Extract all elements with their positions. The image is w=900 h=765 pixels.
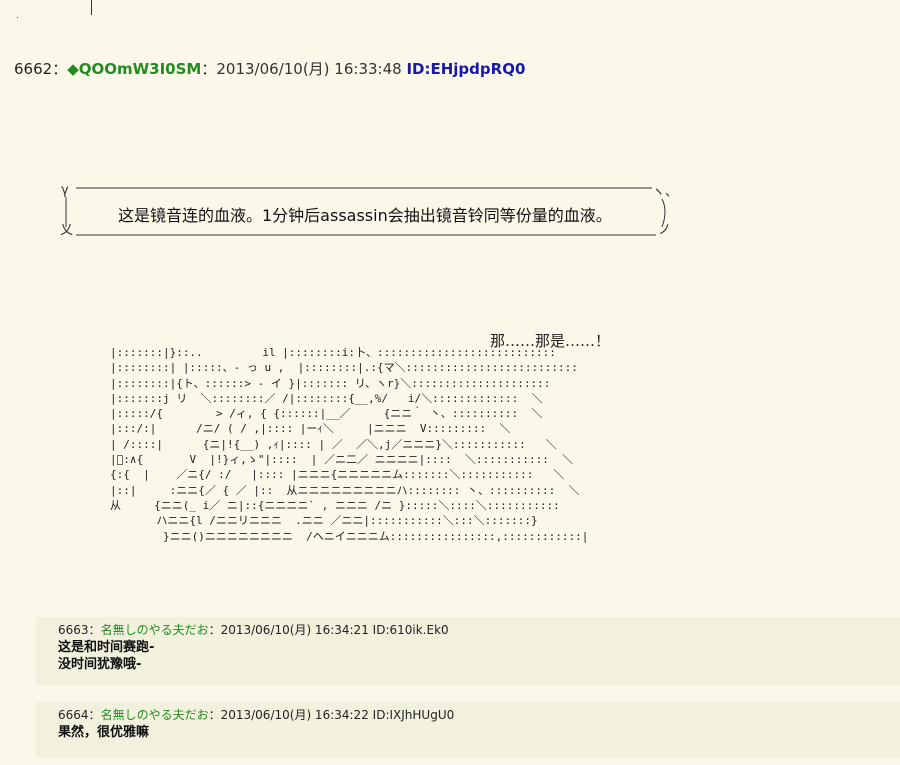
bubble-corner-bottom-left: 乂 <box>60 223 74 238</box>
bubble-corner-top-right: ヽ、 <box>652 185 679 200</box>
reply-separator-2: ： <box>208 708 221 722</box>
reply-name: 名無しのやる夫だお <box>100 708 209 722</box>
bubble-corner-top-left: γ <box>61 183 69 198</box>
reply-id[interactable]: ID:610ik.Ek0 <box>373 623 449 637</box>
reply-separator: ： <box>88 708 101 722</box>
speech-bubble-text: 这是镜音连的血液。1分钟后assassin会抽出镜音铃同等份量的血液。 <box>118 206 612 225</box>
reply-header: 6663：名無しのやる夫だお：2013/06/10(月) 16:34:21 ID… <box>58 621 449 638</box>
reply-id[interactable]: ID:IXJhHUgU0 <box>373 708 455 722</box>
reply-date: 2013/06/10(月) 16:34:21 <box>220 623 369 637</box>
post-trip: ◆QOOmW3I0SM <box>67 60 202 78</box>
reply-number[interactable]: 6663 <box>58 623 89 637</box>
header-separator: ： <box>52 60 68 78</box>
speech-bubble: γ 乂 ヽ、 ノ 这是镜音连的血液。1分钟后assassin会抽出镜音铃同等份量… <box>60 183 678 238</box>
reply-body: 这是和时间赛跑- 没时间犹豫哦- <box>58 640 155 672</box>
reply-date: 2013/06/10(月) 16:34:22 <box>220 708 369 722</box>
reply-number[interactable]: 6664 <box>58 708 89 722</box>
reply-body: 果然，很优雅嘛 <box>58 725 150 740</box>
post-number[interactable]: 6662 <box>14 60 52 78</box>
post-id[interactable]: ID:EHjpdpRQ0 <box>406 60 525 78</box>
post-date: 2013/06/10(月) 16:33:48 <box>216 60 402 78</box>
reply-separator-2: ： <box>208 623 221 637</box>
reply-separator: ： <box>88 623 101 637</box>
top-divider-mark <box>91 0 92 15</box>
ascii-art: |:::::::|}::.. il |::::::::i:卜、:::::::::… <box>110 346 589 543</box>
reply-header: 6664：名無しのやる夫だお：2013/06/10(月) 16:34:22 ID… <box>58 706 454 723</box>
main-post-header: 6662：◆QOOmW3I0SM：2013/06/10(月) 16:33:48 … <box>14 58 525 79</box>
reply-name: 名無しのやる夫だお <box>100 623 209 637</box>
header-separator-2: ： <box>201 60 217 78</box>
reply-post: 6664：名無しのやる夫だお：2013/06/10(月) 16:34:22 ID… <box>36 702 900 758</box>
corner-dot: . <box>16 10 20 21</box>
reply-post: 6663：名無しのやる夫だお：2013/06/10(月) 16:34:21 ID… <box>36 617 900 685</box>
bubble-corner-bottom-right: ノ <box>658 223 672 238</box>
